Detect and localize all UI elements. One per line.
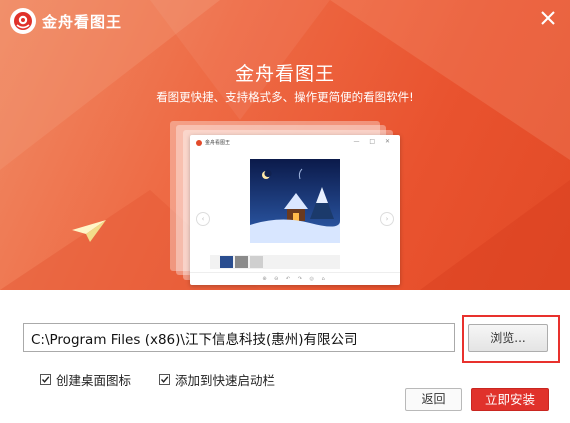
preview-thumbnail — [220, 256, 233, 268]
quick-launch-checkbox[interactable]: 添加到快速启动栏 — [159, 370, 275, 389]
preview-title-text: 金舟看图王 — [205, 140, 231, 146]
preview-thumbnail — [250, 256, 263, 268]
install-path-input[interactable] — [23, 323, 455, 352]
back-button[interactable]: 返回 — [405, 388, 462, 411]
checkbox-checked-icon — [40, 374, 51, 385]
quick-launch-label: 添加到快速启动栏 — [175, 373, 276, 388]
preview-logo-icon — [196, 139, 202, 146]
preview-window-controls: — □ ✕ — [353, 138, 394, 145]
hero-subtitle: 看图更快捷、支持格式多、操作更简便的看图软件! — [156, 90, 414, 104]
app-title: 金舟看图王 — [42, 12, 123, 31]
preview-window: 金舟看图王 — □ ✕ ‹ › ⊕ ⊖ ↶ ↷ ◎ ⌂ — [190, 135, 400, 285]
preview-thumbnail — [235, 256, 248, 268]
app-branding: 金舟看图王 — [10, 8, 122, 34]
preview-window-title: 金舟看图王 — [196, 139, 230, 146]
desktop-icon-label: 创建桌面图标 — [56, 373, 132, 388]
preview-photo — [250, 159, 340, 243]
preview-next-icon: › — [380, 212, 394, 226]
header-banner: 金舟看图王 金舟看图王 看图更快捷、支持格式多、操作更简便的看图软件! 金舟看图… — [0, 0, 570, 290]
checkbox-checked-icon — [159, 374, 170, 385]
install-now-button[interactable]: 立即安装 — [471, 388, 549, 411]
preview-toolbar: ⊕ ⊖ ↶ ↷ ◎ ⌂ — [190, 272, 400, 285]
paper-plane-icon — [72, 220, 106, 242]
preview-prev-icon: ‹ — [196, 212, 210, 226]
hero-title: 金舟看图王 — [234, 63, 335, 85]
desktop-icon-checkbox[interactable]: 创建桌面图标 — [40, 370, 131, 389]
app-logo-icon — [10, 8, 36, 34]
browse-button[interactable]: 浏览... — [468, 324, 548, 352]
close-icon[interactable] — [538, 8, 558, 28]
